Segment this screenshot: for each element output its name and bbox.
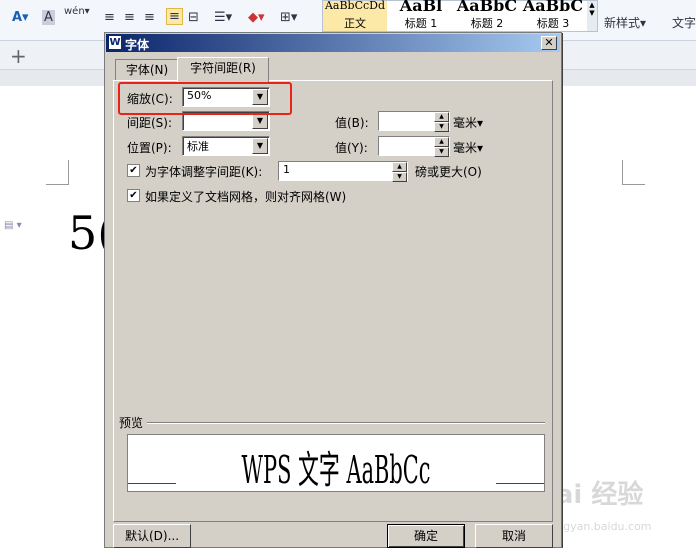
spin-down-icon[interactable]: ▼: [434, 147, 449, 157]
position-select[interactable]: 标准 ▼: [182, 136, 270, 156]
default-button-label: 默认(D)...: [124, 529, 180, 543]
close-icon: ✕: [544, 36, 554, 49]
justify-icon[interactable]: ≡: [166, 8, 183, 25]
style-gallery: AaBbCcDd 正文 AaBl 标题 1 AaBbC 标题 2 AaBbC 标…: [322, 0, 598, 32]
ok-button-label: 确定: [413, 529, 438, 543]
spacing-unit-dropdown[interactable]: 毫米▾: [453, 114, 483, 131]
snap-grid-checkbox[interactable]: ✔: [127, 189, 140, 202]
align-left-icon[interactable]: ≡: [104, 10, 115, 25]
preview-label: 预览: [119, 416, 144, 430]
dialog-title: 字体: [125, 38, 150, 52]
spacing-value-input[interactable]: ▲ ▼: [378, 111, 450, 132]
watermark-url: jingyan.baidu.com: [550, 520, 652, 533]
font-color-icon[interactable]: A▾: [12, 10, 29, 25]
style-sample: AaBl: [399, 0, 443, 13]
spin-up-icon[interactable]: ▲: [434, 137, 449, 147]
style-name: 标题 1: [404, 17, 438, 30]
tab-font[interactable]: 字体(N): [115, 59, 179, 80]
tab-character-spacing[interactable]: 字符间距(R): [177, 57, 269, 82]
style-name: 标题 3: [536, 17, 570, 30]
default-button[interactable]: 默认(D)...: [113, 524, 191, 548]
snap-grid-label: 如果定义了文档网格，则对齐网格(W): [145, 190, 347, 204]
style-name: 标题 2: [470, 17, 504, 30]
style-name: 正文: [344, 17, 366, 30]
spacing-value-label: 值(B):: [335, 116, 369, 130]
text-tool-button[interactable]: 文字: [672, 14, 696, 31]
position-label: 位置(P):: [127, 141, 172, 155]
spin-down-icon[interactable]: ▼: [434, 122, 449, 132]
cancel-button-label: 取消: [501, 529, 526, 543]
dialog-titlebar[interactable]: W 字体 ✕: [106, 34, 560, 52]
preview-divider: [147, 422, 545, 424]
kerning-size-input[interactable]: 1 ▲ ▼: [278, 161, 408, 182]
border-icon[interactable]: ⊞▾: [280, 10, 297, 25]
close-button[interactable]: ✕: [541, 36, 557, 50]
spacing-label: 间距(S):: [127, 116, 173, 130]
align-center-icon[interactable]: ≡: [124, 10, 135, 25]
new-style-label: 新样式: [604, 16, 641, 30]
line-spacing-icon[interactable]: ☰▾: [214, 10, 232, 25]
chevron-down-icon[interactable]: ▼: [252, 138, 268, 154]
align-right-icon[interactable]: ≡: [144, 10, 155, 25]
position-unit-dropdown[interactable]: 毫米▾: [453, 139, 483, 156]
preview-box: WPS 文字 AaBbCc: [127, 434, 545, 492]
spin-down-icon[interactable]: ▼: [392, 172, 407, 182]
kerning-checkbox[interactable]: ✔: [127, 164, 140, 177]
page-corner-mark: [46, 160, 69, 185]
char-shading-icon[interactable]: A: [42, 10, 55, 25]
spin-up-icon[interactable]: ▲: [392, 162, 407, 172]
position-value: 标准: [187, 140, 209, 153]
baseline-rule: [496, 483, 544, 484]
spacing-spinner[interactable]: ▲ ▼: [434, 112, 449, 132]
style-heading-3[interactable]: AaBbC 标题 3: [521, 0, 585, 31]
new-style-button[interactable]: 新样式▾: [604, 14, 646, 31]
app-logo-icon: W: [109, 36, 121, 49]
kerning-spinner[interactable]: ▲ ▼: [392, 162, 407, 182]
baseline-rule: [128, 483, 176, 484]
text-tool-label: 文字: [672, 16, 696, 30]
tab-label: 字符间距(R): [190, 61, 256, 75]
gallery-scroll[interactable]: ▲ ▼: [587, 1, 597, 31]
highlight-annotation: [118, 82, 292, 115]
position-spinner[interactable]: ▲ ▼: [434, 137, 449, 157]
position-value-label: 值(Y):: [335, 141, 368, 155]
kerning-suffix: 磅或更大(O): [415, 165, 482, 179]
ok-button[interactable]: 确定: [387, 524, 465, 548]
style-heading-2[interactable]: AaBbC 标题 2: [455, 0, 519, 31]
new-tab-icon[interactable]: +: [10, 44, 27, 68]
style-sample: AaBbC: [522, 0, 584, 13]
spin-up-icon[interactable]: ▲: [434, 112, 449, 122]
shading-icon[interactable]: ◆▾: [248, 10, 265, 25]
preview-text: WPS 文字 AaBbCc: [241, 448, 431, 492]
style-sample: AaBbCcDd: [324, 0, 386, 12]
phonetic-guide-icon[interactable]: wén▾: [64, 6, 90, 17]
kerning-size-value: 1: [283, 163, 290, 176]
style-heading-1[interactable]: AaBl 标题 1: [389, 0, 453, 31]
cancel-button[interactable]: 取消: [475, 524, 553, 548]
style-normal[interactable]: AaBbCcDd 正文: [323, 0, 387, 31]
style-sample: AaBbC: [456, 0, 518, 13]
position-value-input[interactable]: ▲ ▼: [378, 136, 450, 157]
tab-label: 字体(N): [125, 63, 169, 77]
page-corner-mark: [622, 160, 645, 185]
kerning-label: 为字体调整字间距(K):: [145, 165, 263, 179]
chevron-down-icon[interactable]: ▼: [252, 113, 268, 129]
paragraph-mark-icon[interactable]: ▤ ▾: [4, 220, 22, 231]
distributed-icon[interactable]: ⊟: [188, 10, 199, 25]
